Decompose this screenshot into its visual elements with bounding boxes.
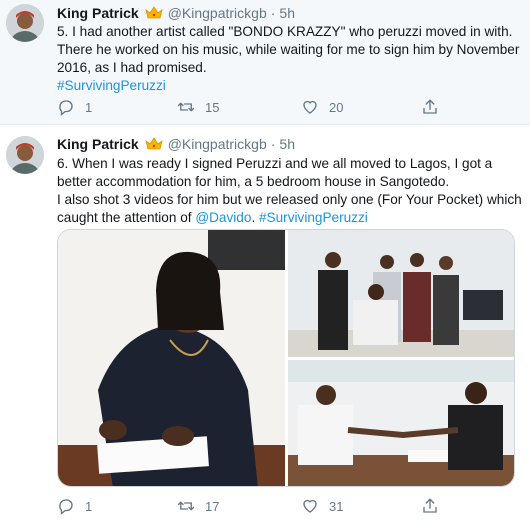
share-icon: [423, 498, 437, 513]
share-button[interactable]: [421, 497, 439, 515]
hashtag-link[interactable]: #SurvivingPeruzzi: [57, 78, 166, 93]
heart-icon: [303, 499, 317, 513]
author-handle[interactable]: @Kingpatrickgb: [168, 5, 267, 21]
separator-dot: ·: [270, 136, 276, 152]
hashtag-link[interactable]: #SurvivingPeruzzi: [259, 210, 368, 225]
crown-icon: [145, 5, 163, 18]
like-count: 20: [329, 99, 344, 115]
retweet-button[interactable]: 17: [177, 497, 219, 515]
tweet-body: 5. I had another artist called "BONDO KR…: [57, 24, 520, 75]
like-button[interactable]: 31: [301, 497, 343, 515]
avatar[interactable]: [6, 136, 44, 174]
retweet-icon: [177, 501, 195, 511]
tweet-header: King Patrick @Kingpatrickgb · 5h: [57, 5, 295, 21]
like-count: 31: [329, 498, 344, 514]
tweet-body-line-1: 6. When I was ready I signed Peruzzi and…: [57, 156, 493, 189]
share-button[interactable]: [421, 98, 439, 116]
media-grid: [57, 229, 515, 487]
tweet-text: 5. I had another artist called "BONDO KR…: [57, 23, 525, 95]
author-name[interactable]: King Patrick: [57, 5, 139, 21]
reply-button[interactable]: 1: [57, 497, 92, 515]
tweet-header: King Patrick @Kingpatrickgb · 5h: [57, 136, 295, 152]
retweet-count: 17: [205, 498, 220, 514]
reply-count: 1: [85, 99, 93, 115]
tweet-time[interactable]: 5h: [279, 5, 295, 21]
photo-group[interactable]: [288, 230, 514, 357]
heart-icon: [303, 100, 317, 114]
tweet-text: 6. When I was ready I signed Peruzzi and…: [57, 155, 525, 227]
tweet-actions: 1 15 20: [57, 98, 487, 118]
retweet-count: 15: [205, 99, 220, 115]
reply-count: 1: [85, 498, 93, 514]
photo-handshake[interactable]: [288, 360, 514, 486]
photo-signing[interactable]: [58, 230, 285, 486]
reply-button[interactable]: 1: [57, 98, 92, 116]
tweet-time[interactable]: 5h: [279, 136, 295, 152]
tweet-2[interactable]: King Patrick @Kingpatrickgb · 5h 6. When…: [0, 125, 530, 527]
retweet-icon: [177, 102, 195, 112]
author-handle[interactable]: @Kingpatrickgb: [168, 136, 267, 152]
mention-link[interactable]: @Davido: [195, 210, 251, 225]
separator-dot: ·: [270, 5, 276, 21]
reply-icon: [59, 100, 73, 116]
reply-icon: [59, 499, 73, 515]
author-name[interactable]: King Patrick: [57, 136, 139, 152]
retweet-button[interactable]: 15: [177, 98, 219, 116]
mention-punct: .: [251, 210, 256, 225]
tweet-1[interactable]: King Patrick @Kingpatrickgb · 5h 5. I ha…: [0, 0, 530, 125]
share-icon: [423, 99, 437, 114]
avatar[interactable]: [6, 4, 44, 42]
tweet-actions: 1 17 31: [57, 497, 487, 517]
like-button[interactable]: 20: [301, 98, 343, 116]
crown-icon: [145, 136, 163, 149]
